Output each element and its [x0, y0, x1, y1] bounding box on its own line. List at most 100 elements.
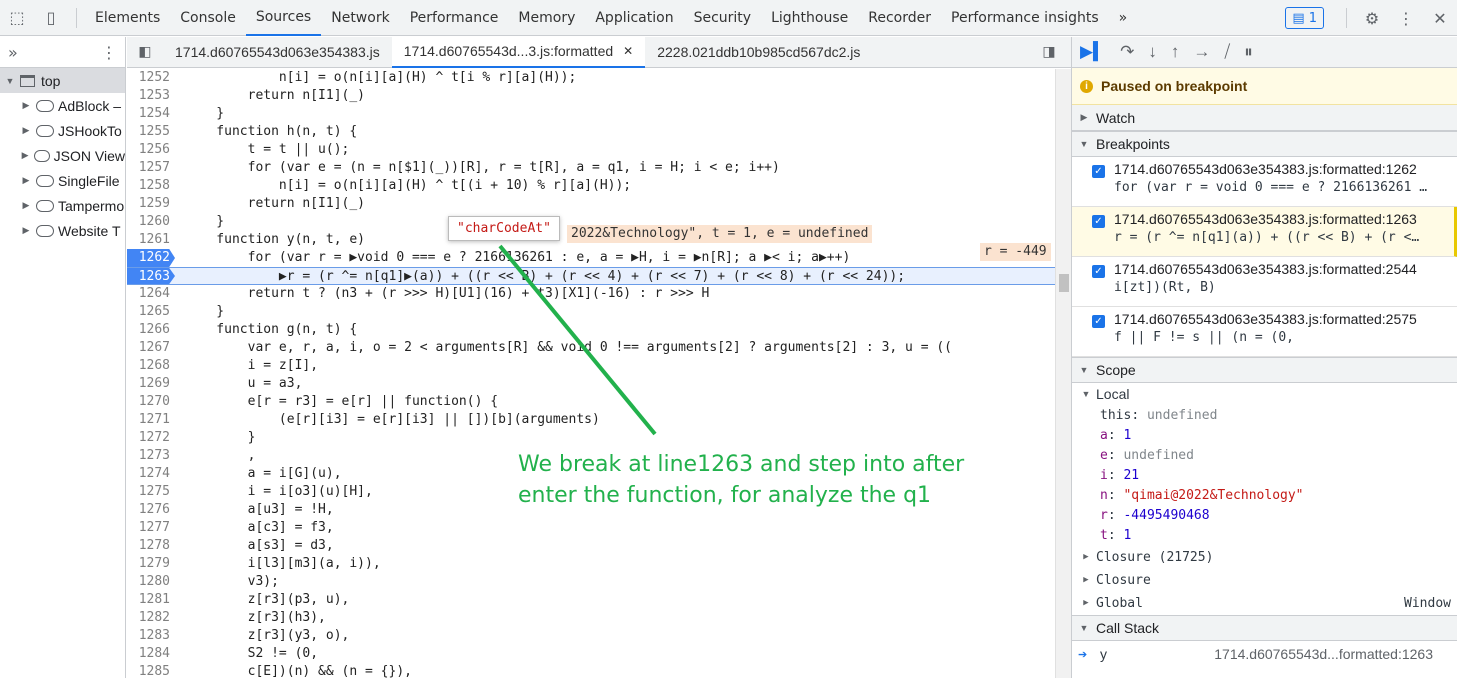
checkbox-checked-icon[interactable]: ✓	[1092, 165, 1105, 178]
code-line[interactable]: 1277 a[c3] = f3,	[127, 519, 1055, 537]
code-line[interactable]: 1278 a[s3] = d3,	[127, 537, 1055, 555]
code-line[interactable]: 1252 n[i] = o(n[i][a](H) ^ t[i % r][a](H…	[127, 69, 1055, 87]
line-number[interactable]: 1260	[127, 213, 175, 231]
editor-tab[interactable]: 1714.d60765543d063e354383.js	[163, 37, 392, 68]
code-line[interactable]: 1268 i = z[I],	[127, 357, 1055, 375]
tab-security[interactable]: Security	[684, 0, 762, 36]
line-number[interactable]: 1273	[127, 447, 175, 465]
tab-console[interactable]: Console	[170, 0, 246, 36]
code-line[interactable]: 1266 function g(n, t) {	[127, 321, 1055, 339]
line-number[interactable]: 1256	[127, 141, 175, 159]
code-line[interactable]: 1264 return t ? (n3 + (r >>> H)[U1](16) …	[127, 285, 1055, 303]
step-out-icon[interactable]: ↑	[1171, 42, 1180, 62]
tree-item-extension[interactable]: ▶ SingleFile	[0, 168, 125, 193]
tree-item-extension[interactable]: ▶ JSHookTo	[0, 118, 125, 143]
device-toggle-icon[interactable]: ▯	[34, 0, 68, 36]
scope-variable[interactable]: i: 21	[1072, 466, 1457, 486]
toggle-debugger-icon[interactable]: ◨	[1037, 37, 1061, 68]
line-number[interactable]: 1254	[127, 105, 175, 123]
line-number[interactable]: 1255	[127, 123, 175, 141]
tree-item-top[interactable]: ▼ top	[0, 68, 125, 93]
more-tabs-icon[interactable]: »	[8, 43, 18, 62]
line-number[interactable]: 1259	[127, 195, 175, 213]
breakpoint-item[interactable]: ✓ 1714.d60765543d063e354383.js:formatted:…	[1072, 157, 1457, 207]
editor-tab[interactable]: 1714.d60765543d...3.js:formatted ✕	[391, 36, 646, 68]
editor-scrollbar[interactable]	[1055, 69, 1071, 678]
line-number[interactable]: 1283	[127, 627, 175, 645]
tab-application[interactable]: Application	[585, 0, 683, 36]
code-line[interactable]: 1281 z[r3](p3, u),	[127, 591, 1055, 609]
breakpoint-line-number[interactable]: 1262	[127, 249, 175, 267]
code-line[interactable]: 1271 (e[r][i3] = e[r][i3] || [])[b](argu…	[127, 411, 1055, 429]
call-frame[interactable]: ➔ y 1714.d60765543d...formatted:1263	[1072, 641, 1457, 667]
code-line[interactable]: 1284 S2 != (0,	[127, 645, 1055, 663]
code-line[interactable]: 1280 v3);	[127, 573, 1055, 591]
close-tab-icon[interactable]: ✕	[623, 44, 633, 58]
breakpoint-line-number[interactable]: 1263	[127, 268, 175, 284]
code-line[interactable]: 1279 i[l3][m3](a, i)),	[127, 555, 1055, 573]
code-line[interactable]: 1263 ▶r = (r ^= n[q1]▶(a)) + ((r << B) +…	[127, 267, 1055, 285]
code-line[interactable]: 1259 return n[I1](_)	[127, 195, 1055, 213]
tree-item-extension[interactable]: ▶ JSON View	[0, 143, 125, 168]
scope-variable[interactable]: a: 1	[1072, 426, 1457, 446]
code-line[interactable]: 1265 }	[127, 303, 1055, 321]
watch-pane-header[interactable]: ▶ Watch	[1072, 105, 1457, 131]
line-number[interactable]: 1270	[127, 393, 175, 411]
scope-variable[interactable]: n: "qimai@2022&Technology"	[1072, 486, 1457, 506]
line-number[interactable]: 1277	[127, 519, 175, 537]
tab-sources[interactable]: Sources	[245, 0, 322, 36]
tree-item-extension[interactable]: ▶ Website T	[0, 218, 125, 243]
code-line[interactable]: 1254 }	[127, 105, 1055, 123]
line-number[interactable]: 1257	[127, 159, 175, 177]
line-number[interactable]: 1278	[127, 537, 175, 555]
line-number[interactable]: 1271	[127, 411, 175, 429]
code-line[interactable]: 1256 t = t || u();	[127, 141, 1055, 159]
checkbox-checked-icon[interactable]: ✓	[1092, 315, 1105, 328]
tree-item-extension[interactable]: ▶ AdBlock –	[0, 93, 125, 118]
breakpoint-item[interactable]: ✓ 1714.d60765543d063e354383.js:formatted:…	[1072, 307, 1457, 357]
scope-closure-group[interactable]: ▶ Closure	[1072, 569, 1457, 592]
line-number[interactable]: 1261	[127, 231, 175, 249]
tab-performance[interactable]: Performance	[400, 0, 509, 36]
code-line[interactable]: 1269 u = a3,	[127, 375, 1055, 393]
toggle-navigator-icon[interactable]: ◧	[127, 37, 163, 68]
line-number[interactable]: 1268	[127, 357, 175, 375]
settings-gear-icon[interactable]: ⚙	[1355, 0, 1389, 36]
scope-variable[interactable]: e: undefined	[1072, 446, 1457, 466]
code-line[interactable]: 1267 var e, r, a, i, o = 2 < arguments[R…	[127, 339, 1055, 357]
line-number[interactable]: 1285	[127, 663, 175, 678]
pause-on-exceptions-icon[interactable]: ⏸	[1244, 42, 1253, 62]
breakpoints-pane-header[interactable]: ▼ Breakpoints	[1072, 131, 1457, 157]
line-number[interactable]: 1272	[127, 429, 175, 447]
code-view[interactable]: 1252 n[i] = o(n[i][a](H) ^ t[i % r][a](H…	[127, 69, 1055, 678]
scope-variable[interactable]: r: -4495490468	[1072, 506, 1457, 526]
code-line[interactable]: 1283 z[r3](y3, o),	[127, 627, 1055, 645]
line-number[interactable]: 1276	[127, 501, 175, 519]
tab-performance-insights[interactable]: Performance insights	[941, 0, 1109, 36]
resume-icon[interactable]: ▶▍	[1080, 42, 1106, 62]
line-number[interactable]: 1274	[127, 465, 175, 483]
call-stack-pane-header[interactable]: ▼ Call Stack	[1072, 615, 1457, 641]
line-number[interactable]: 1282	[127, 609, 175, 627]
code-line[interactable]: 1285 c[E])(n) && (n = {}),	[127, 663, 1055, 678]
line-number[interactable]: 1280	[127, 573, 175, 591]
checkbox-checked-icon[interactable]: ✓	[1092, 265, 1105, 278]
scope-closure-group[interactable]: ▶ Closure (21725)	[1072, 546, 1457, 569]
tab-memory[interactable]: Memory	[508, 0, 585, 36]
code-line[interactable]: 1258 n[i] = o(n[i][a](H) ^ t[(i + 10) % …	[127, 177, 1055, 195]
line-number[interactable]: 1275	[127, 483, 175, 501]
line-number[interactable]: 1264	[127, 285, 175, 303]
code-line[interactable]: 1272 }	[127, 429, 1055, 447]
line-number[interactable]: 1284	[127, 645, 175, 663]
code-line[interactable]: 1270 e[r = r3] = e[r] || function() {	[127, 393, 1055, 411]
step-icon[interactable]: →	[1193, 42, 1210, 62]
scroll-thumb[interactable]	[1059, 274, 1069, 292]
line-number[interactable]: 1281	[127, 591, 175, 609]
more-options-icon[interactable]: ⋮	[101, 43, 117, 62]
line-number[interactable]: 1279	[127, 555, 175, 573]
scope-local-group[interactable]: ▼ Local	[1072, 383, 1457, 406]
scope-global-group[interactable]: ▶ Global Window	[1072, 592, 1457, 615]
code-line[interactable]: 1255 function h(n, t) {	[127, 123, 1055, 141]
line-number[interactable]: 1265	[127, 303, 175, 321]
checkbox-checked-icon[interactable]: ✓	[1092, 215, 1105, 228]
